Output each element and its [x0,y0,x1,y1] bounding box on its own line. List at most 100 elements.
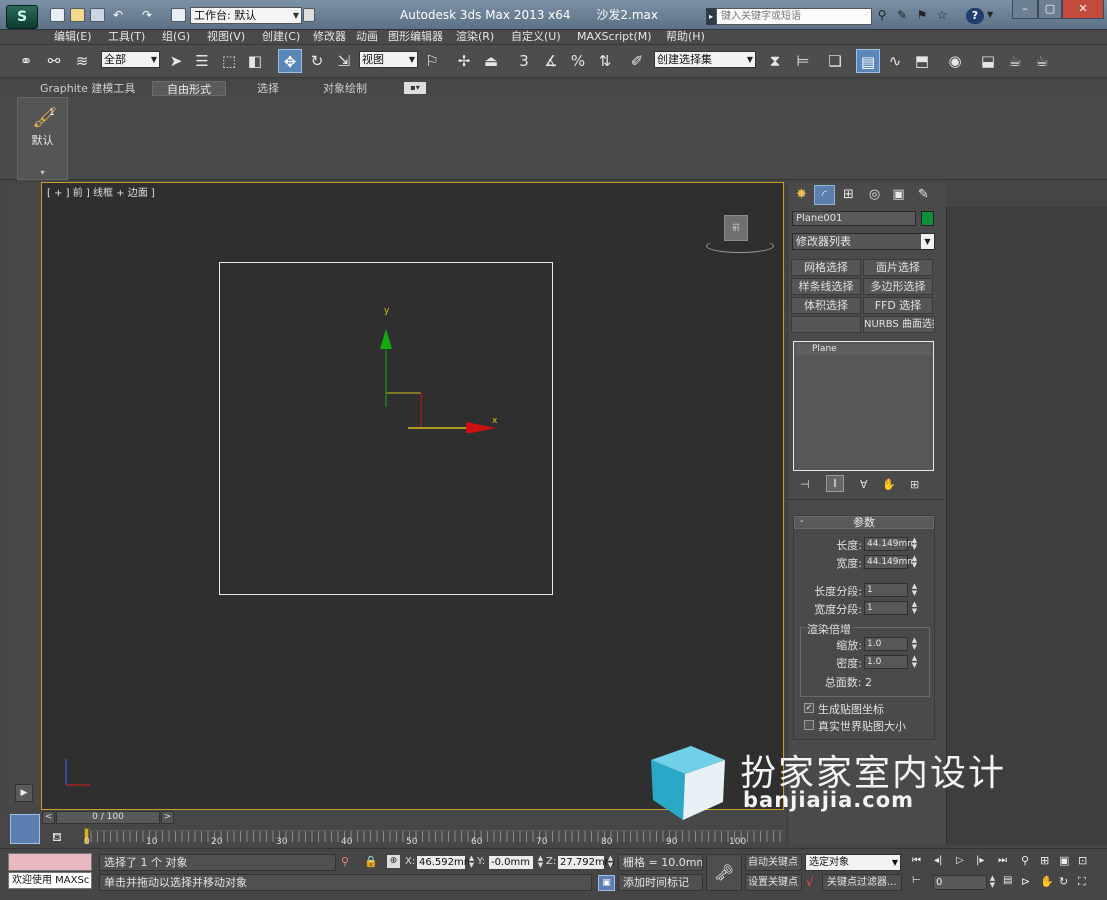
length-segs-spinner[interactable]: 1 [864,583,908,597]
maxscript-listener-mini[interactable] [8,853,92,871]
add-time-tag-button[interactable]: 添加时间标记 [618,874,703,891]
new-file-icon[interactable] [50,8,65,22]
select-manipulate-icon[interactable]: ✢ [452,49,476,73]
real-world-map-label[interactable]: 真实世界贴图大小 [818,718,906,734]
network-icon[interactable]: ⚑ [914,8,930,23]
ffd-select-button[interactable]: FFD 选择 [863,297,933,314]
width-segs-arrows[interactable]: ▲ ▼ [910,601,919,615]
viewcube-icon[interactable]: 前 [724,215,748,241]
real-world-map-checkbox[interactable] [804,720,814,730]
select-rotate-icon[interactable]: ↻ [305,49,329,73]
app-logo-icon[interactable]: S [6,5,38,29]
isolate-selection-icon[interactable]: ⚲ [341,855,349,868]
quick-access-menu-icon[interactable] [303,8,315,22]
go-to-end-icon[interactable]: ⏭ [998,855,1007,866]
current-frame-input[interactable]: 0 [933,875,987,890]
modify-tab-icon[interactable]: ◜ [814,185,835,205]
play-icon[interactable]: ▷ [956,855,964,866]
menu-modifiers[interactable]: 修改器 [313,30,346,45]
spinner-snap-icon[interactable]: ⇅ [593,49,617,73]
ribbon-options-icon[interactable]: ▪▾ [404,82,426,94]
align-icon[interactable]: ⊨ [791,49,815,73]
help-icon[interactable]: ? [966,8,984,24]
material-editor-icon[interactable]: ◉ [943,49,967,73]
width-segs-spinner[interactable]: 1 [864,601,908,615]
unlink-icon[interactable]: ⚯ [42,49,66,73]
hierarchy-tab-icon[interactable]: ⊞ [838,185,859,205]
set-key-icon[interactable]: 🗝 [706,854,742,891]
utilities-tab-icon[interactable]: ✎ [913,185,934,205]
zoom-extents-all-icon[interactable]: ⊡ [1078,854,1087,867]
mirror-icon[interactable]: ⧗ [763,49,787,73]
next-key-icon[interactable]: |▸ [976,855,984,866]
render-production-icon[interactable]: ☕ [1030,49,1054,73]
keyboard-shortcut-icon[interactable]: ⏏ [479,49,503,73]
close-button[interactable]: ✕ [1062,0,1104,19]
prev-key-icon[interactable]: ◂| [934,855,942,866]
curve-editor-icon[interactable]: ∿ [883,49,907,73]
redo-icon[interactable]: ↷ [139,8,155,23]
undo-icon[interactable]: ↶ [110,8,126,23]
spline-select-button[interactable]: 样条线选择 [791,278,861,295]
ref-coord-dropdown[interactable]: 视图 ▼ [359,51,418,68]
x-coord-input[interactable]: 46.592mm [416,855,473,870]
object-color-swatch[interactable] [921,211,934,226]
key-mode-toggle-icon[interactable]: ⊢ [912,875,921,886]
modifier-stack-list[interactable]: Plane [793,341,934,471]
width-spinner[interactable]: 44.149mm [864,555,916,569]
absolute-mode-icon[interactable]: ⊕ [387,855,400,868]
move-gizmo[interactable]: y x [372,303,512,433]
menu-rendering[interactable]: 渲染(R) [456,30,494,45]
object-name-input[interactable]: Plane001 [792,211,916,226]
default-brush-button[interactable]: 🖌 1 默认 ▾ [17,97,68,180]
edit-named-selection-icon[interactable]: ✐ [625,49,649,73]
x-coord-arrows[interactable]: ▲ ▼ [467,855,476,870]
maximize-button[interactable]: ▢ [1038,0,1062,19]
pivot-center-icon[interactable]: ⚐ [420,49,444,73]
help-chevron-icon[interactable]: ▼ [987,10,993,19]
menu-graph-editors[interactable]: 图形编辑器 [388,30,443,45]
project-folder-icon[interactable] [171,8,186,22]
set-key-button[interactable]: 设置关键点 [745,874,802,891]
window-crossing-icon[interactable]: ◧ [243,49,267,73]
tab-freeform[interactable]: 自由形式 [152,81,226,96]
menu-views[interactable]: 视图(V) [207,30,245,45]
mini-curve-editor-icon[interactable] [10,814,40,844]
pan-hand-icon[interactable]: ✋ [1040,875,1054,888]
prev-frame-icon[interactable]: < [42,811,55,824]
mesh-select-button[interactable]: 网格选择 [791,259,861,276]
viewport-label[interactable]: [ + ] 前 ] 线框 + 边面 ] [47,184,155,199]
patch-select-button[interactable]: 面片选择 [863,259,933,276]
frame-arrows[interactable]: ▲ ▼ [988,875,997,890]
search-expand-icon[interactable]: ▸ [706,8,716,25]
play-arrow-icon[interactable]: ▶ [15,784,33,802]
search-input[interactable]: 键入关键字或短语 [716,8,872,25]
tab-object-paint[interactable]: 对象绘制 [323,81,367,96]
z-coord-input[interactable]: 27.792mm [557,855,614,870]
zoom-icon[interactable]: ⚲ [1021,854,1029,867]
time-config-icon[interactable]: ▤ [1003,875,1012,886]
scale-spinner-arrows[interactable]: ▲ ▼ [910,637,919,651]
open-file-icon[interactable] [70,8,85,22]
field-of-view-icon[interactable]: ⊳ [1021,875,1030,888]
rendered-frame-icon[interactable]: ☕ [1003,49,1027,73]
selection-filter-dropdown[interactable]: 全部 ▼ [101,51,160,68]
parameters-rollout-header[interactable]: - 参数 [794,516,934,529]
named-selection-dropdown[interactable]: 创建选择集 ▼ [654,51,756,68]
menu-tools[interactable]: 工具(T) [108,30,145,45]
modifier-list-dropdown[interactable]: 修改器列表 ▼ [792,233,935,250]
length-spinner-arrows[interactable]: ▲ ▼ [910,537,919,551]
width-spinner-arrows[interactable]: ▲ ▼ [910,555,919,569]
menu-edit[interactable]: 编辑(E) [54,30,92,45]
gen-map-coords-label[interactable]: 生成贴图坐标 [818,701,884,717]
key-mode-dropdown[interactable]: 选定对象 ▼ [805,854,901,871]
percent-snap-icon[interactable]: % [566,49,590,73]
menu-help[interactable]: 帮助(H) [666,30,705,45]
next-frame-icon[interactable]: > [161,811,174,824]
workspace-dropdown[interactable]: 工作台: 默认 ▼ [190,7,302,24]
viewcube-ring[interactable] [706,239,774,253]
selection-lock-icon[interactable]: 🔒 [364,855,378,868]
save-file-icon[interactable] [90,8,105,22]
chevron-down-icon[interactable]: ▾ [18,168,67,177]
gen-map-coords-checkbox[interactable]: ✓ [804,703,814,713]
